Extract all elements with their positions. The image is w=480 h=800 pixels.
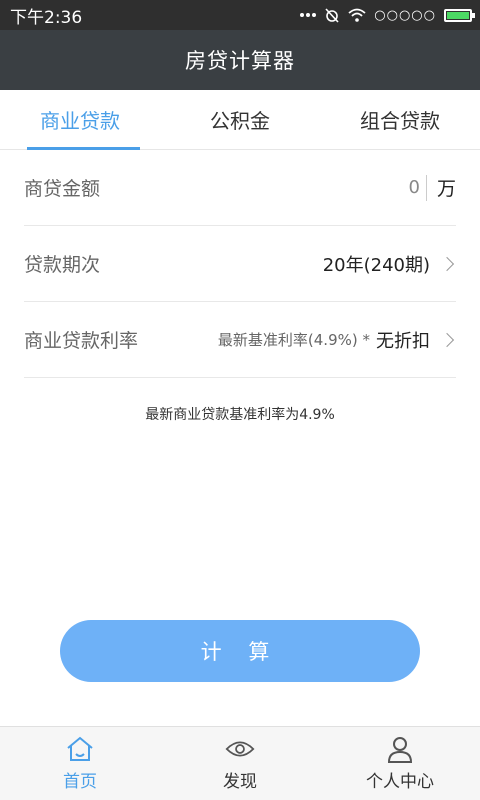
nav-label-discover: 发现 — [223, 772, 257, 792]
tab-provident-fund[interactable]: 公积金 — [160, 90, 320, 149]
amount-label: 商贷金额 — [24, 178, 101, 200]
term-value: 20年(240期) — [323, 251, 456, 277]
amount-unit: 万 — [436, 178, 456, 200]
battery-icon — [444, 8, 475, 22]
rate-discount: 无折扣 — [376, 330, 430, 352]
term-selected-value: 20年(240期) — [322, 254, 430, 276]
more-dots-icon — [300, 12, 317, 18]
amount-row: 商贷金额 万 — [24, 150, 456, 226]
nav-item-home[interactable]: 首页 — [0, 727, 160, 800]
chevron-right-icon — [439, 332, 455, 347]
user-icon — [385, 735, 415, 763]
rate-value: 最新基准利率(4.9%) * 无折扣 — [218, 327, 456, 353]
nav-label-home: 首页 — [63, 772, 97, 792]
nav-item-profile[interactable]: 个人中心 — [320, 727, 480, 800]
amount-input[interactable] — [366, 174, 427, 201]
status-bar: 下午2:36 ○○○○○ — [0, 0, 480, 30]
calculate-button[interactable]: 计 算 — [60, 620, 420, 682]
home-icon — [65, 735, 95, 763]
rate-hint: 最新商业贷款基准利率为4.9% — [145, 407, 335, 423]
loan-form: 商贷金额 万 贷款期次 20年(240期) 商业贷款利率 最新基准利率(4.9%… — [24, 150, 456, 378]
bottom-nav: 首页 发现 个人中心 — [0, 726, 480, 800]
rate-base: 最新基准利率(4.9%) * — [217, 331, 370, 349]
amount-value: 万 — [366, 174, 456, 201]
rate-row[interactable]: 商业贷款利率 最新基准利率(4.9%) * 无折扣 — [24, 302, 456, 378]
wifi-icon — [348, 8, 366, 22]
tab-combined-loan[interactable]: 组合贷款 — [320, 90, 480, 149]
nav-label-profile: 个人中心 — [366, 772, 434, 792]
chevron-right-icon — [439, 256, 455, 271]
tab-commercial-loan[interactable]: 商业贷款 — [0, 90, 160, 150]
alarm-off-icon — [324, 7, 340, 23]
eye-icon — [225, 735, 255, 763]
rate-label: 商业贷款利率 — [24, 330, 139, 352]
term-row[interactable]: 贷款期次 20年(240期) — [24, 226, 456, 302]
signal-icon: ○○○○○ — [374, 7, 436, 23]
term-label: 贷款期次 — [24, 254, 101, 276]
loan-type-tabs: 商业贷款 公积金 组合贷款 — [0, 90, 480, 150]
status-time: 下午2:36 — [10, 7, 83, 28]
status-icons: ○○○○○ — [300, 7, 475, 23]
page-title: 房贷计算器 — [0, 30, 480, 90]
nav-item-discover[interactable]: 发现 — [160, 727, 320, 800]
